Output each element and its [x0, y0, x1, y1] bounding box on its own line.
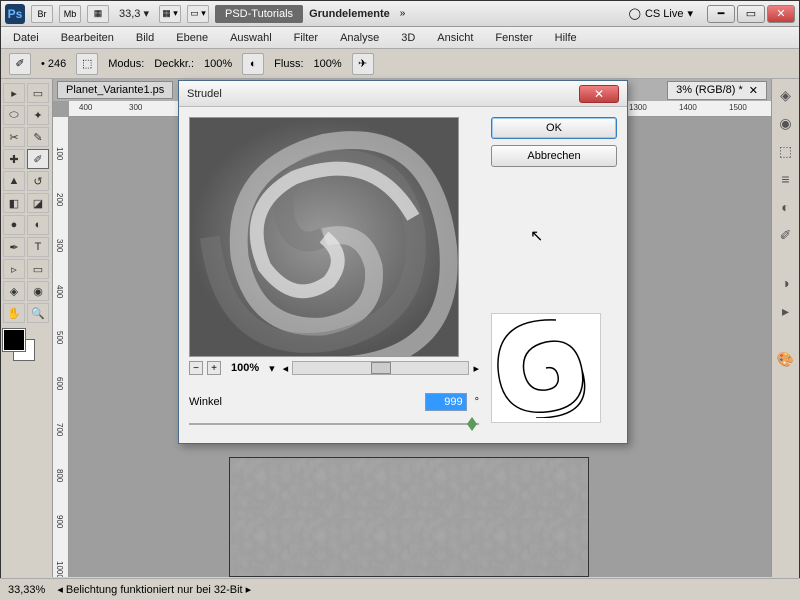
- layers-icon[interactable]: ◈: [776, 85, 796, 105]
- menu-hilfe[interactable]: Hilfe: [551, 30, 581, 46]
- close-button[interactable]: ✕: [767, 5, 795, 23]
- cancel-button[interactable]: Abbrechen: [491, 145, 617, 167]
- stamp-tool[interactable]: ▲: [3, 171, 25, 191]
- close-tab-icon[interactable]: ✕: [749, 84, 758, 97]
- gradient-tool[interactable]: ◪: [27, 193, 49, 213]
- menu-bild[interactable]: Bild: [132, 30, 158, 46]
- eyedropper-tool[interactable]: ✎: [27, 127, 49, 147]
- shape-tool[interactable]: ▭: [27, 259, 49, 279]
- screen-mode-button[interactable]: ▭ ▾: [187, 5, 209, 23]
- dialog-title: Strudel: [187, 88, 222, 100]
- toolbox: ▸▭ ⬭✦ ✂✎ ✚✐ ▲↺ ◧◪ ●◐ ✒T ▹▭ ◈◉ ✋🔍: [1, 79, 53, 577]
- brush-preset[interactable]: • 246: [41, 58, 66, 70]
- dialog-close-button[interactable]: ✕: [579, 85, 619, 103]
- brush-tool-icon[interactable]: ✐: [9, 53, 31, 75]
- filter-thumbnail: [491, 313, 601, 423]
- angle-input[interactable]: [425, 393, 467, 411]
- ok-button[interactable]: OK: [491, 117, 617, 139]
- airbrush-icon[interactable]: ✈: [352, 53, 374, 75]
- marquee-tool[interactable]: ▭: [27, 83, 49, 103]
- angle-label: Winkel: [189, 396, 222, 408]
- opacity-value[interactable]: 100%: [204, 58, 232, 70]
- layout-button[interactable]: ▦: [87, 5, 109, 23]
- right-panel: ◈ ◉ ⬚ ≡ ◐ ✐ ◑ ▸ 🎨: [771, 79, 799, 577]
- bridge-button[interactable]: Br: [31, 5, 53, 23]
- menu-fenster[interactable]: Fenster: [491, 30, 536, 46]
- cslive-button[interactable]: ◯ CS Live ▾: [629, 7, 693, 20]
- color-swatches[interactable]: [3, 329, 43, 369]
- slider-thumb[interactable]: [467, 417, 477, 431]
- strudel-dialog: Strudel ✕: [178, 80, 628, 444]
- dodge-tool[interactable]: ◐: [27, 215, 49, 235]
- wand-tool[interactable]: ✦: [27, 105, 49, 125]
- angle-slider[interactable]: [189, 415, 479, 433]
- flow-label: Fluss:: [274, 58, 303, 70]
- view-extras-button[interactable]: ▦ ▾: [159, 5, 181, 23]
- document-canvas[interactable]: [229, 457, 589, 577]
- preview-scrollbar[interactable]: [292, 361, 469, 375]
- menu-datei[interactable]: Datei: [9, 30, 43, 46]
- minimize-button[interactable]: ━: [707, 5, 735, 23]
- app-logo: Ps: [5, 4, 25, 24]
- menu-auswahl[interactable]: Auswahl: [226, 30, 276, 46]
- titlebar: Ps Br Mb ▦ 33,3 ▾ ▦ ▾ ▭ ▾ PSD-Tutorials …: [1, 1, 799, 27]
- menu-ansicht[interactable]: Ansicht: [433, 30, 477, 46]
- paths-icon[interactable]: ⬚: [776, 141, 796, 161]
- hand-tool[interactable]: ✋: [3, 303, 25, 323]
- zoom-in-button[interactable]: +: [207, 361, 221, 375]
- workspace-name[interactable]: Grundelemente: [309, 8, 390, 20]
- zoom-tool[interactable]: 🔍: [27, 303, 49, 323]
- adjustments-icon[interactable]: ≡: [776, 169, 796, 189]
- pen-tool[interactable]: ✒: [3, 237, 25, 257]
- menu-filter[interactable]: Filter: [290, 30, 322, 46]
- menu-3d[interactable]: 3D: [397, 30, 419, 46]
- chevron-right-icon[interactable]: »: [400, 8, 406, 19]
- move-tool[interactable]: ▸: [3, 83, 25, 103]
- minibridge-button[interactable]: Mb: [59, 5, 81, 23]
- opacity-label: Deckkr.:: [154, 58, 194, 70]
- 3d-tool[interactable]: ◈: [3, 281, 25, 301]
- brush-panel-icon[interactable]: ⬚: [76, 53, 98, 75]
- menu-ebene[interactable]: Ebene: [172, 30, 212, 46]
- statusbar: 33,33% ◂ Belichtung funktioniert nur bei…: [0, 578, 800, 600]
- heal-tool[interactable]: ✚: [3, 149, 25, 169]
- filter-preview[interactable]: [189, 117, 459, 357]
- tutorials-badge[interactable]: PSD-Tutorials: [215, 5, 303, 23]
- maximize-button[interactable]: ▭: [737, 5, 765, 23]
- menu-bearbeiten[interactable]: Bearbeiten: [57, 30, 118, 46]
- brush-tool[interactable]: ✐: [27, 149, 49, 169]
- mode-label: Modus:: [108, 58, 144, 70]
- chevron-down-icon[interactable]: ▾: [269, 362, 275, 375]
- crop-tool[interactable]: ✂: [3, 127, 25, 147]
- path-tool[interactable]: ▹: [3, 259, 25, 279]
- history-brush-tool[interactable]: ↺: [27, 171, 49, 191]
- history-icon[interactable]: ◑: [776, 273, 796, 293]
- color-icon[interactable]: 🎨: [776, 349, 796, 369]
- zoom-level[interactable]: 33,3 ▾: [115, 7, 153, 20]
- preview-zoom[interactable]: 100%: [225, 362, 265, 374]
- zoom-out-button[interactable]: −: [189, 361, 203, 375]
- blur-tool[interactable]: ●: [3, 215, 25, 235]
- document-tab-info[interactable]: 3% (RGB/8) * ✕: [667, 81, 767, 100]
- document-tab[interactable]: Planet_Variante1.ps: [57, 81, 173, 99]
- type-tool[interactable]: T: [27, 237, 49, 257]
- menubar: Datei Bearbeiten Bild Ebene Auswahl Filt…: [1, 27, 799, 49]
- ruler-vertical[interactable]: 100 200 300 400 500 600 700 800 900 1000: [53, 117, 69, 577]
- status-zoom[interactable]: 33,33%: [8, 584, 45, 596]
- flow-value[interactable]: 100%: [314, 58, 342, 70]
- options-bar: ✐ • 246 ⬚ Modus: Deckkr.: 100% ◐ Fluss: …: [1, 49, 799, 79]
- eraser-tool[interactable]: ◧: [3, 193, 25, 213]
- menu-analyse[interactable]: Analyse: [336, 30, 383, 46]
- foreground-color[interactable]: [3, 329, 25, 351]
- actions-icon[interactable]: ▸: [776, 301, 796, 321]
- dialog-titlebar[interactable]: Strudel ✕: [179, 81, 627, 107]
- brushes-icon[interactable]: ✐: [776, 225, 796, 245]
- angle-unit: °: [475, 396, 479, 408]
- masks-icon[interactable]: ◐: [776, 197, 796, 217]
- tablet-opacity-icon[interactable]: ◐: [242, 53, 264, 75]
- channels-icon[interactable]: ◉: [776, 113, 796, 133]
- lasso-tool[interactable]: ⬭: [3, 105, 25, 125]
- status-message: ◂ Belichtung funktioniert nur bei 32-Bit…: [57, 583, 251, 596]
- camera-tool[interactable]: ◉: [27, 281, 49, 301]
